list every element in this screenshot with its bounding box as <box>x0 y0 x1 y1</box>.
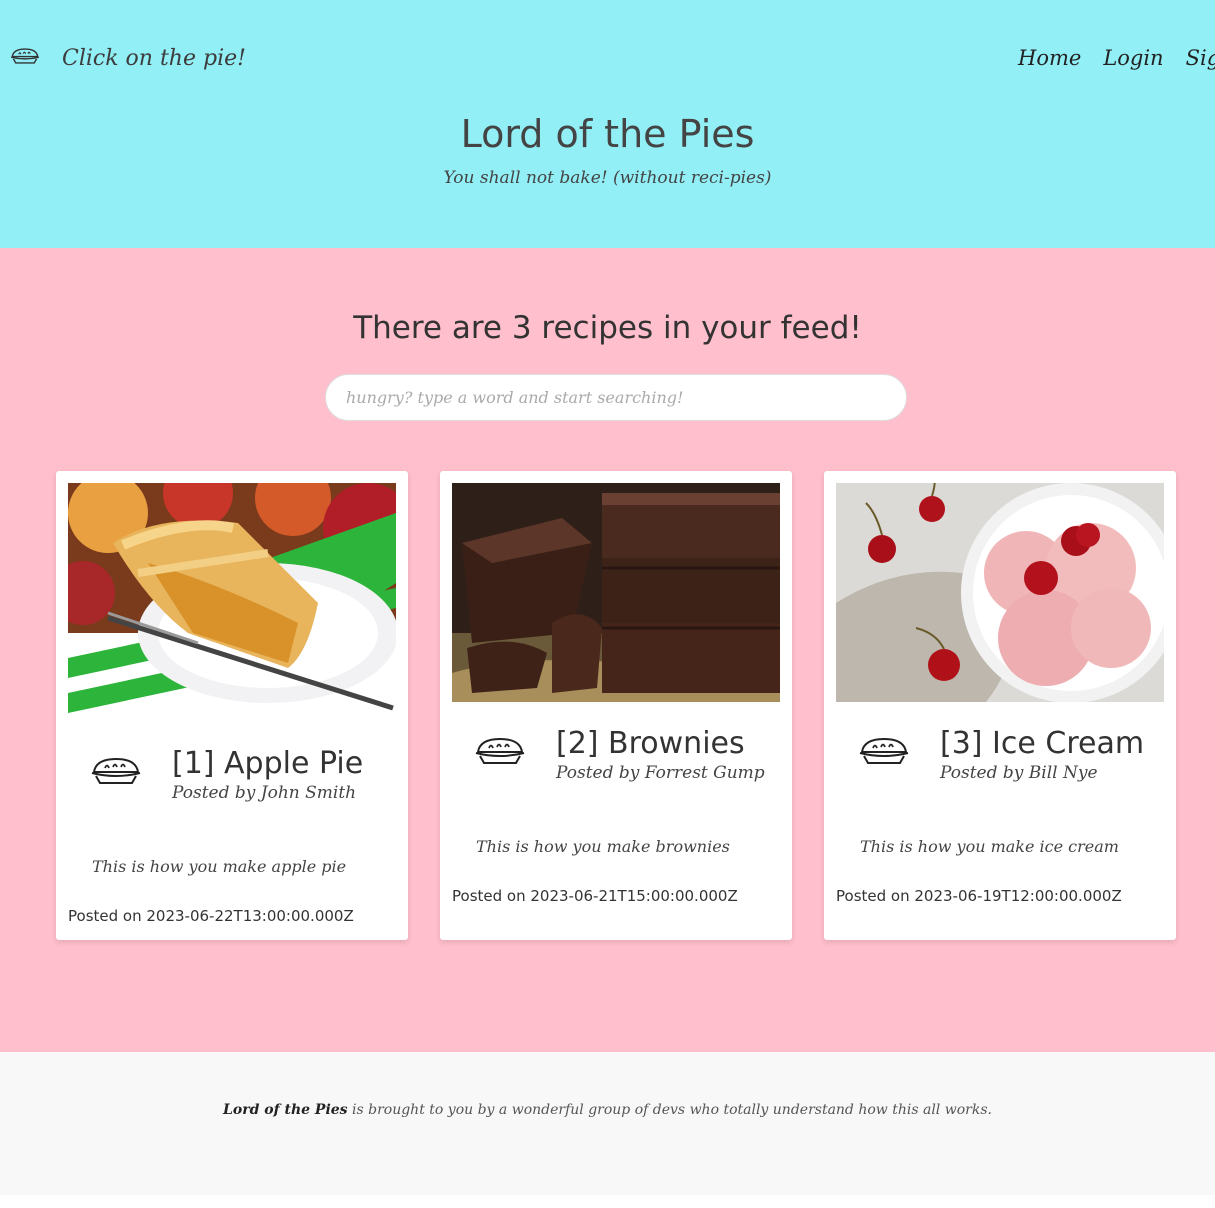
recipe-date: Posted on 2023-06-19T12:00:00.000Z <box>836 887 1122 905</box>
footer-text: Lord of the Pies is brought to you by a … <box>0 1102 1215 1118</box>
recipe-author: Posted by Bill Nye <box>940 763 1098 783</box>
feed-section: There are 3 recipes in your feed! hungry… <box>0 248 1215 1052</box>
pie-icon <box>10 46 40 70</box>
brand-text: Click on the pie! <box>62 45 246 71</box>
recipe-date: Posted on 2023-06-22T13:00:00.000Z <box>68 907 354 925</box>
brand-link[interactable]: Click on the pie! <box>10 40 246 76</box>
site-subtitle: You shall not bake! (without reci-pies) <box>443 168 772 188</box>
recipe-title: [3] Ice Cream <box>940 726 1145 761</box>
site-title: Lord of the Pies <box>460 112 755 156</box>
feed-heading: There are 3 recipes in your feed! <box>353 310 862 346</box>
nav-login[interactable]: Login <box>1103 46 1163 70</box>
recipe-card[interactable]: [1] Apple Pie Posted by John Smith This … <box>56 471 408 940</box>
recipe-description: This is how you make brownies <box>476 837 730 856</box>
recipe-date: Posted on 2023-06-21T15:00:00.000Z <box>452 887 738 905</box>
recipe-description: This is how you make apple pie <box>92 857 347 876</box>
recipe-description: This is how you make ice cream <box>860 837 1119 856</box>
recipe-card[interactable]: [2] Brownies Posted by Forrest Gump This… <box>440 471 792 940</box>
recipe-card[interactable]: [3] Ice Cream Posted by Bill Nye This is… <box>824 471 1176 940</box>
nav-home[interactable]: Home <box>1018 46 1081 70</box>
recipe-author: Posted by Forrest Gump <box>556 763 765 783</box>
apple-pie-image <box>68 483 396 722</box>
recipe-title: [2] Brownies <box>556 726 745 761</box>
footer-message: is brought to you by a wonderful group o… <box>347 1102 992 1118</box>
pie-icon <box>90 756 142 786</box>
pie-icon <box>858 736 910 766</box>
recipe-title: [1] Apple Pie <box>172 746 364 781</box>
footer-brand: Lord of the Pies <box>223 1102 348 1118</box>
site-footer: Lord of the Pies is brought to you by a … <box>0 1052 1215 1195</box>
site-header: Click on the pie! Home Login Signup Lord… <box>0 0 1215 248</box>
recipe-author: Posted by John Smith <box>172 783 357 803</box>
nav-links: Home Login Signup <box>1018 40 1215 76</box>
search-input[interactable] <box>325 374 907 421</box>
nav-signup[interactable]: Signup <box>1186 46 1215 70</box>
ice-cream-image <box>836 483 1164 702</box>
brownies-image <box>452 483 780 702</box>
pie-icon <box>474 736 526 766</box>
